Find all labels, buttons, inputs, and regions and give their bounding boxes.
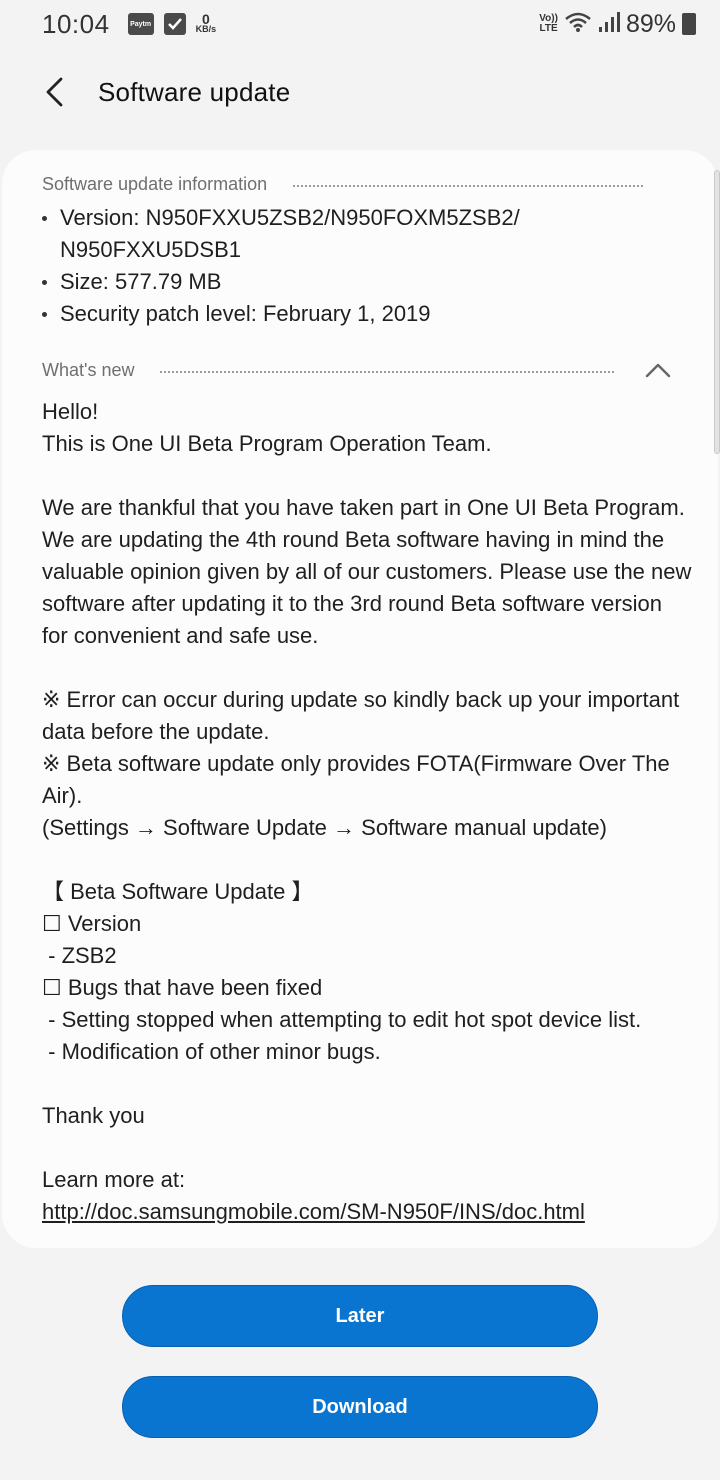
info-item-text: Size: 577.79 MB <box>60 269 222 294</box>
download-button[interactable]: Download <box>122 1376 598 1438</box>
network-speed-unit: KB/s <box>195 24 217 34</box>
update-info-list: Version: N950FXXU5ZSB2/N950FOXM5ZSB2/ N9… <box>42 202 682 330</box>
checkbox-notification-icon <box>163 13 186 35</box>
signal-icon <box>598 11 620 38</box>
status-left: 10:04 Paytm 0 KB/s <box>42 9 216 40</box>
update-details-card[interactable]: Software update information Version: N95… <box>2 150 718 1248</box>
later-button[interactable]: Later <box>122 1285 598 1347</box>
info-item-text: Security patch level: February 1, 2019 <box>60 301 431 326</box>
battery-charging-icon <box>682 13 696 35</box>
section-divider <box>293 184 644 187</box>
chevron-up-icon <box>645 363 671 378</box>
info-section-header: Software update information <box>42 174 644 195</box>
info-item-version: Version: N950FXXU5ZSB2/N950FOXM5ZSB2/ N9… <box>42 202 682 266</box>
notes-learn-more: Learn more at: <box>42 1167 186 1192</box>
release-notes: Hello! This is One UI Beta Program Opera… <box>42 396 692 1228</box>
collapse-whats-new-button[interactable] <box>638 352 678 388</box>
info-item-size: Size: 577.79 MB <box>42 266 682 298</box>
section-divider <box>160 370 615 373</box>
status-time: 10:04 <box>42 8 110 39</box>
status-bar: 10:04 Paytm 0 KB/s Vo)) LTE 89% <box>0 0 720 48</box>
chevron-left-icon <box>46 77 63 107</box>
info-item-security-patch: Security patch level: February 1, 2019 <box>42 298 682 330</box>
status-right: Vo)) LTE 89% <box>539 10 696 39</box>
info-section-title: Software update information <box>42 174 268 194</box>
network-speed: 0 KB/s <box>195 11 217 34</box>
volte-bottom-label: LTE <box>539 23 558 34</box>
whats-new-header: What's new <box>42 360 615 381</box>
scrollbar[interactable] <box>714 170 720 454</box>
learn-more-link[interactable]: http://doc.samsungmobile.com/SM-N950F/IN… <box>42 1199 585 1224</box>
volte-icon: Vo)) LTE <box>539 14 558 34</box>
notes-changelog: 【 Beta Software Update 】 ☐ Version - ZSB… <box>42 879 642 1064</box>
notes-greeting: Hello! This is One UI Beta Program Opera… <box>42 399 492 456</box>
back-button[interactable] <box>24 62 84 122</box>
whats-new-title: What's new <box>42 360 135 380</box>
info-item-text: Version: N950FXXU5ZSB2/N950FOXM5ZSB2/ N9… <box>60 205 520 262</box>
notes-warnings: ※ Error can occur during update so kindl… <box>42 687 680 840</box>
wifi-icon <box>564 11 592 38</box>
page-title: Software update <box>98 76 291 107</box>
notes-thanks: Thank you <box>42 1103 145 1128</box>
paytm-notification-icon: Paytm <box>127 13 154 35</box>
notes-intro: We are thankful that you have taken part… <box>42 495 698 648</box>
app-header: Software update <box>0 60 720 124</box>
network-speed-value: 0 <box>201 11 210 27</box>
battery-percent: 89% <box>625 9 676 38</box>
